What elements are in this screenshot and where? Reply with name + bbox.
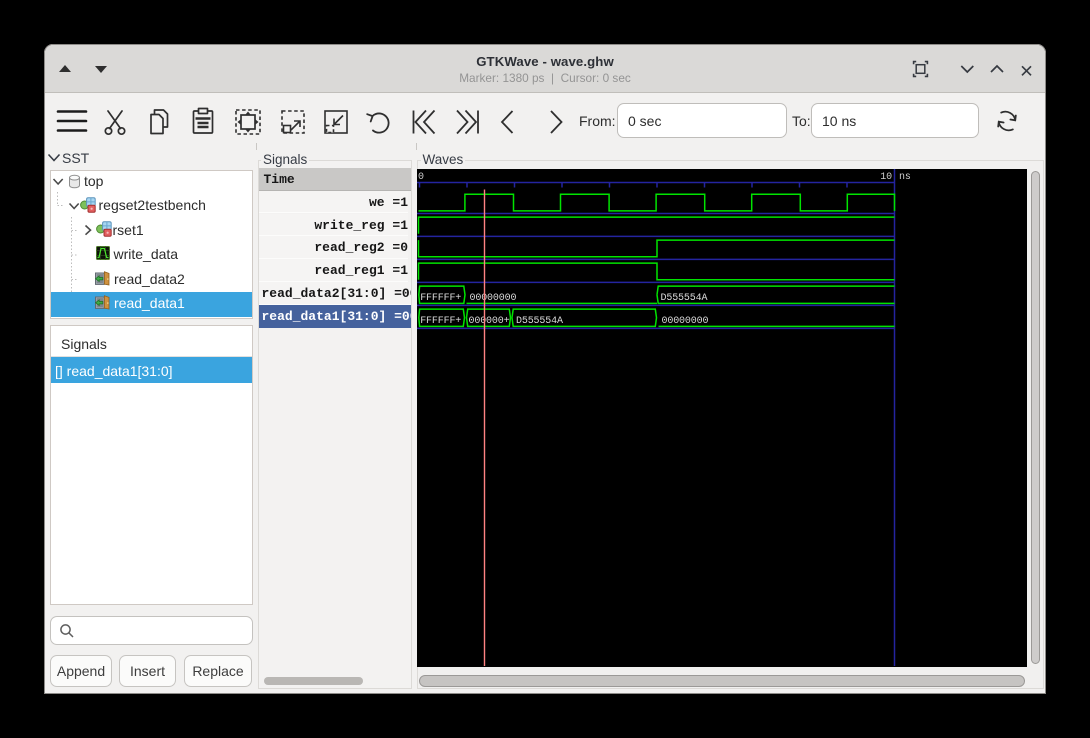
svg-text:00000000: 00000000: [662, 316, 709, 327]
svg-text:10: 10: [880, 172, 892, 183]
svg-text:D555554A: D555554A: [661, 293, 708, 304]
svg-text:00000000: 00000000: [470, 293, 517, 304]
svg-text:FFFFFF+: FFFFFF+: [420, 293, 461, 304]
svg-text:ns: ns: [899, 172, 911, 183]
svg-text:FFFFFF+: FFFFFF+: [420, 316, 461, 327]
svg-text:0: 0: [418, 172, 424, 183]
svg-text:D555554A: D555554A: [516, 316, 563, 327]
svg-text:000000+: 000000+: [469, 316, 510, 327]
